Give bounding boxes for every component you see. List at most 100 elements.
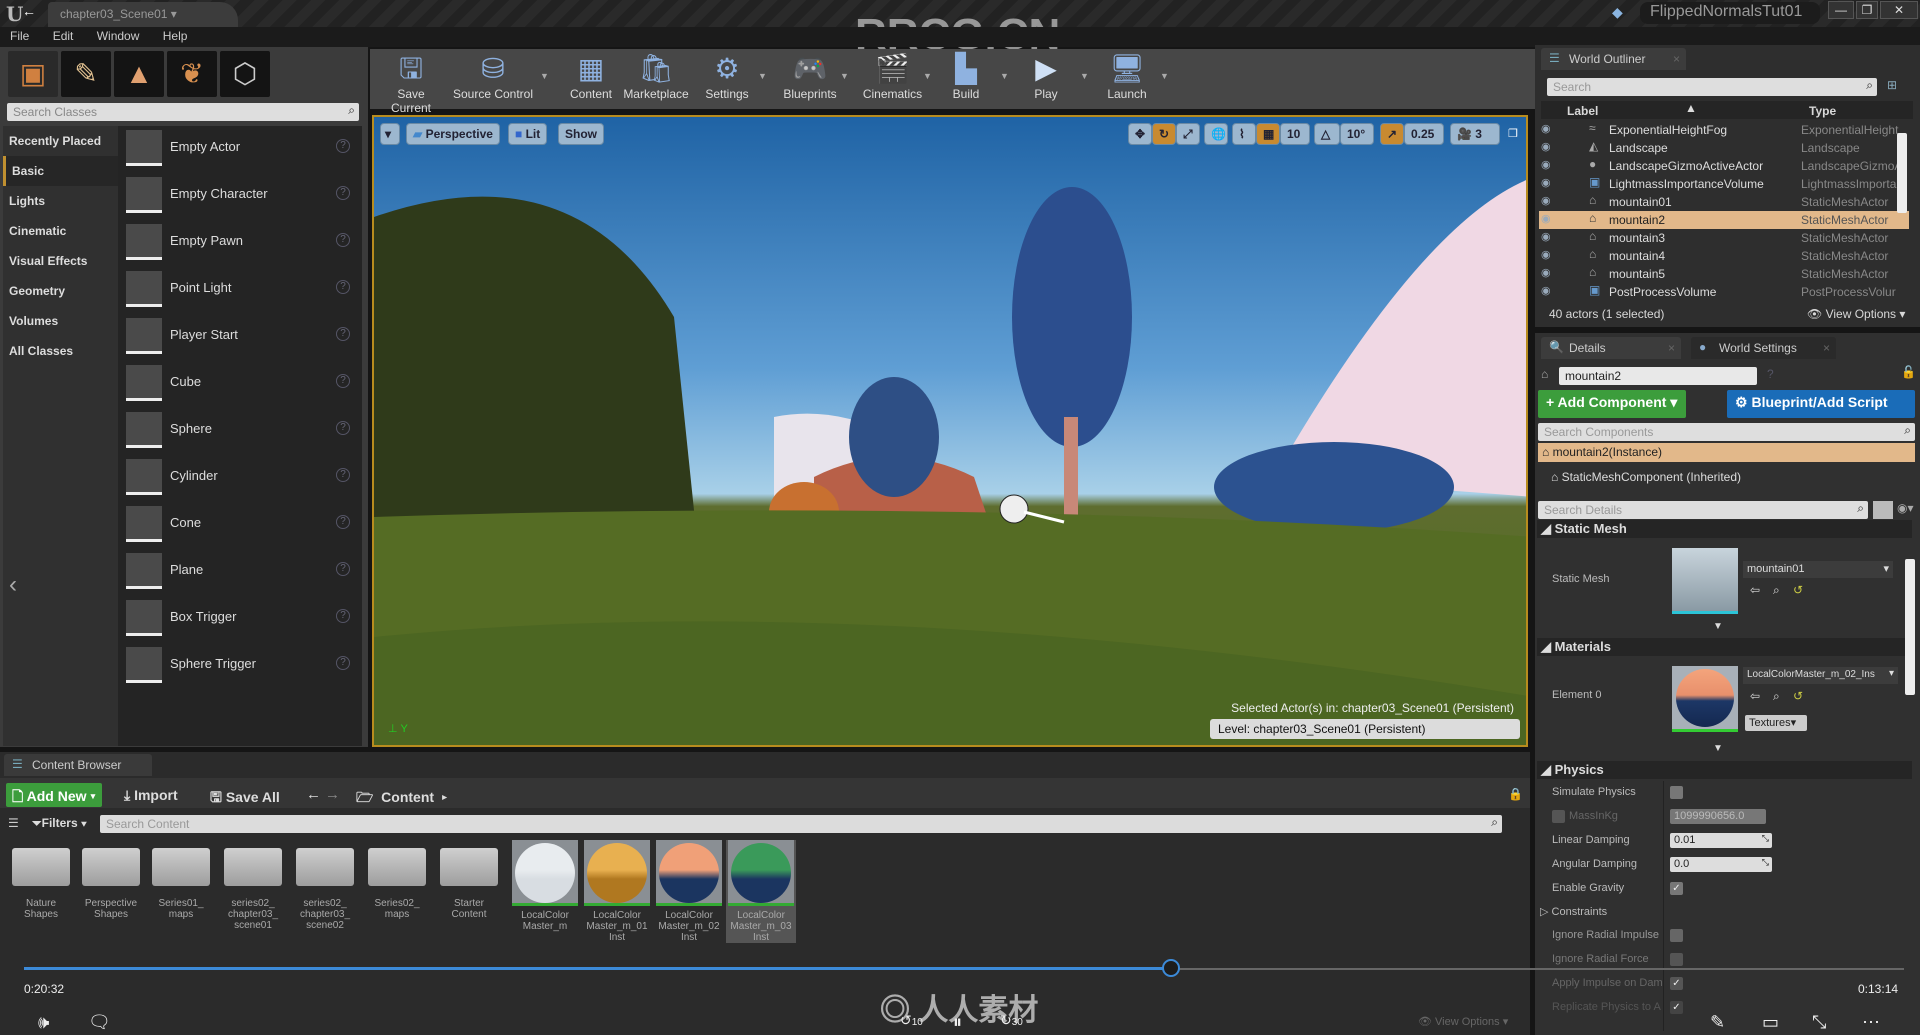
browse-icon[interactable]: ⌕ [1773,689,1780,704]
search-content-input[interactable]: Search Content ⌕ [100,815,1502,833]
visibility-eye-icon[interactable]: ◉ [1541,194,1551,207]
visibility-eye-icon[interactable]: ◉ [1541,122,1551,135]
help-icon[interactable]: ? [336,186,350,200]
place-item-empty-pawn[interactable]: Empty Pawn? [126,220,356,264]
cb-view-options-button[interactable]: 👁 View Options ▾ [1418,1015,1508,1028]
collapse-arrow-icon[interactable]: ‹ [9,571,17,599]
category-all-classes[interactable]: All Classes [3,336,118,366]
maximize-viewport-icon[interactable]: ❐ [1508,127,1518,140]
category-lights[interactable]: Lights [3,186,118,216]
close-tab-icon[interactable]: × [1673,52,1680,66]
pen-icon[interactable]: ✎ [1710,1012,1725,1033]
folder-item[interactable]: series02_ chapter03_ scene02 [292,840,358,931]
constraints-row[interactable]: ▷ Constraints [1540,905,1607,918]
content-browser-tab[interactable]: ☰ Content Browser [4,754,152,776]
add-folder-icon[interactable]: ⊞ [1887,78,1897,92]
grid-snap-value[interactable]: 10 [1280,123,1310,145]
category-recently-placed[interactable]: Recently Placed [3,126,118,156]
place-item-empty-character[interactable]: Empty Character? [126,173,356,217]
ignore-radial-force-checkbox[interactable] [1670,953,1683,966]
use-selected-arrow-icon[interactable]: ⇦ [1750,689,1760,703]
browse-icon[interactable]: ⌕ [1773,583,1780,598]
history-forward-button[interactable]: → [325,786,340,803]
help-icon[interactable]: ? [336,374,350,388]
help-icon[interactable]: ? [1767,367,1774,381]
video-progress-knob[interactable] [1161,959,1180,977]
visibility-eye-icon[interactable]: ◉ [1541,212,1551,225]
settings-button[interactable]: ⚙ Settings [700,51,754,107]
sun-light-gizmo[interactable] [999,494,1029,524]
grid-snap-toggle[interactable]: ▦ [1256,123,1280,145]
lock-icon[interactable]: 🔓 [1901,365,1916,379]
outliner-search-input[interactable]: Search ⌕ [1547,78,1877,96]
outliner-row[interactable]: ◉ ≈ ExponentialHeightFog ExponentialHeight [1539,121,1909,139]
geometry-mode-tab[interactable]: ⬡ [220,51,270,97]
translate-tool-button[interactable]: ✥ [1128,123,1152,145]
folder-item[interactable]: Nature Shapes [8,840,74,920]
expand-arrow-icon[interactable]: ▼ [1713,621,1723,632]
visibility-eye-icon[interactable]: ◉ [1541,230,1551,243]
material-asset[interactable]: LocalColor Master_m_01 Inst [582,840,652,943]
category-visual-effects[interactable]: Visual Effects [3,246,118,276]
help-icon[interactable]: ? [336,327,350,341]
visibility-eye-icon[interactable]: ◉ [1541,140,1551,153]
paint-mode-tab[interactable]: ✎ [61,51,111,97]
component-instance-row[interactable]: ⌂ mountain2(Instance) [1538,443,1915,462]
place-item-cube[interactable]: Cube? [126,361,356,405]
category-geometry[interactable]: Geometry [3,276,118,306]
source-control-button[interactable]: ⛁ Source Control [452,51,534,107]
lock-icon[interactable]: 🔒 [1508,787,1523,801]
visibility-eye-icon[interactable]: ◉ [1541,158,1551,171]
search-components-input[interactable]: Search Components ⌕ [1538,423,1915,441]
cinematics-button[interactable]: 🎬 Cinematics [855,51,930,107]
menu-file[interactable]: File [0,27,39,45]
visibility-eye-icon[interactable]: ◉ [1541,176,1551,189]
save-current-button[interactable]: 🖫 Save Current [376,51,446,115]
outliner-row[interactable]: ◉ ● LandscapeGizmoActiveActor LandscapeGizm… [1539,157,1909,175]
rotation-snap-value[interactable]: 10° [1340,123,1374,145]
place-item-box-trigger[interactable]: Box Trigger? [126,596,356,640]
camera-speed-button[interactable]: 🎥 3 [1450,123,1500,145]
folder-item[interactable]: series02_ chapter03_ scene01 [220,840,286,931]
help-icon[interactable]: ? [336,656,350,670]
folder-item[interactable]: Starter Content [436,840,502,920]
spin-icon[interactable]: ⤡ [1762,857,1769,868]
help-icon[interactable]: ? [336,562,350,576]
category-basic[interactable]: Basic [3,156,118,186]
place-item-plane[interactable]: Plane? [126,549,356,593]
physics-section-header[interactable]: ◢ Physics [1537,761,1912,779]
help-icon[interactable]: ? [336,515,350,529]
outliner-row[interactable]: ◉ ⌂ mountain4 StaticMeshActor [1539,247,1909,265]
launch-button[interactable]: 🖥 Launch [1098,51,1156,107]
maximize-button[interactable]: ❐ [1856,1,1878,19]
outliner-row[interactable]: ◉ ▣ PostProcessVolume PostProcessVolur [1539,283,1909,301]
material-thumbnail[interactable] [1672,666,1738,732]
play-dropdown-icon[interactable]: ▼ [1080,71,1089,81]
level-viewport[interactable]: ▾ ▰ Perspective ■ Lit Show ✥ ↻ ⤢ 🌐 ⌇ ▦ 1… [372,115,1528,747]
document-tab[interactable]: chapter03_Scene01 ▾ [48,2,238,27]
blueprint-add-script-button[interactable]: ⚙ Blueprint/Add Script [1727,390,1915,418]
more-options-icon[interactable]: ⋯ [1862,1012,1880,1033]
settings-dropdown-icon[interactable]: ▼ [758,71,767,81]
outliner-row[interactable]: ◉ ⌂ mountain3 StaticMeshActor [1539,229,1909,247]
static-mesh-section-header[interactable]: ◢ Static Mesh [1537,520,1912,538]
play-button[interactable]: ▶ Play [1020,51,1072,107]
material-dropdown[interactable]: LocalColorMaster_m_02_Ins ▾ [1743,667,1898,684]
view-options-button[interactable]: 👁 View Options ▾ [1807,307,1905,321]
property-matrix-icon[interactable] [1873,501,1893,519]
minimize-button[interactable]: — [1828,1,1854,19]
details-scrollbar[interactable] [1905,559,1915,695]
place-item-sphere[interactable]: Sphere? [126,408,356,452]
path-breadcrumb[interactable]: 🗁 Content ▸ [356,787,447,811]
folder-item[interactable]: Series01_ maps [148,840,214,920]
replicate-physics-checkbox[interactable]: ✓ [1670,1001,1683,1014]
menu-edit[interactable]: Edit [43,27,84,45]
world-local-toggle[interactable]: 🌐 [1204,123,1228,145]
folder-item[interactable]: Series02_ maps [364,840,430,920]
build-dropdown-icon[interactable]: ▼ [1000,71,1009,81]
column-label[interactable]: Label [1567,104,1598,118]
import-button[interactable]: ⤓ Import [124,787,178,804]
textures-button[interactable]: Textures▾ [1745,715,1807,731]
surface-snap-button[interactable]: ⌇ [1232,123,1256,145]
back-arrow-icon[interactable]: ← [22,3,36,19]
